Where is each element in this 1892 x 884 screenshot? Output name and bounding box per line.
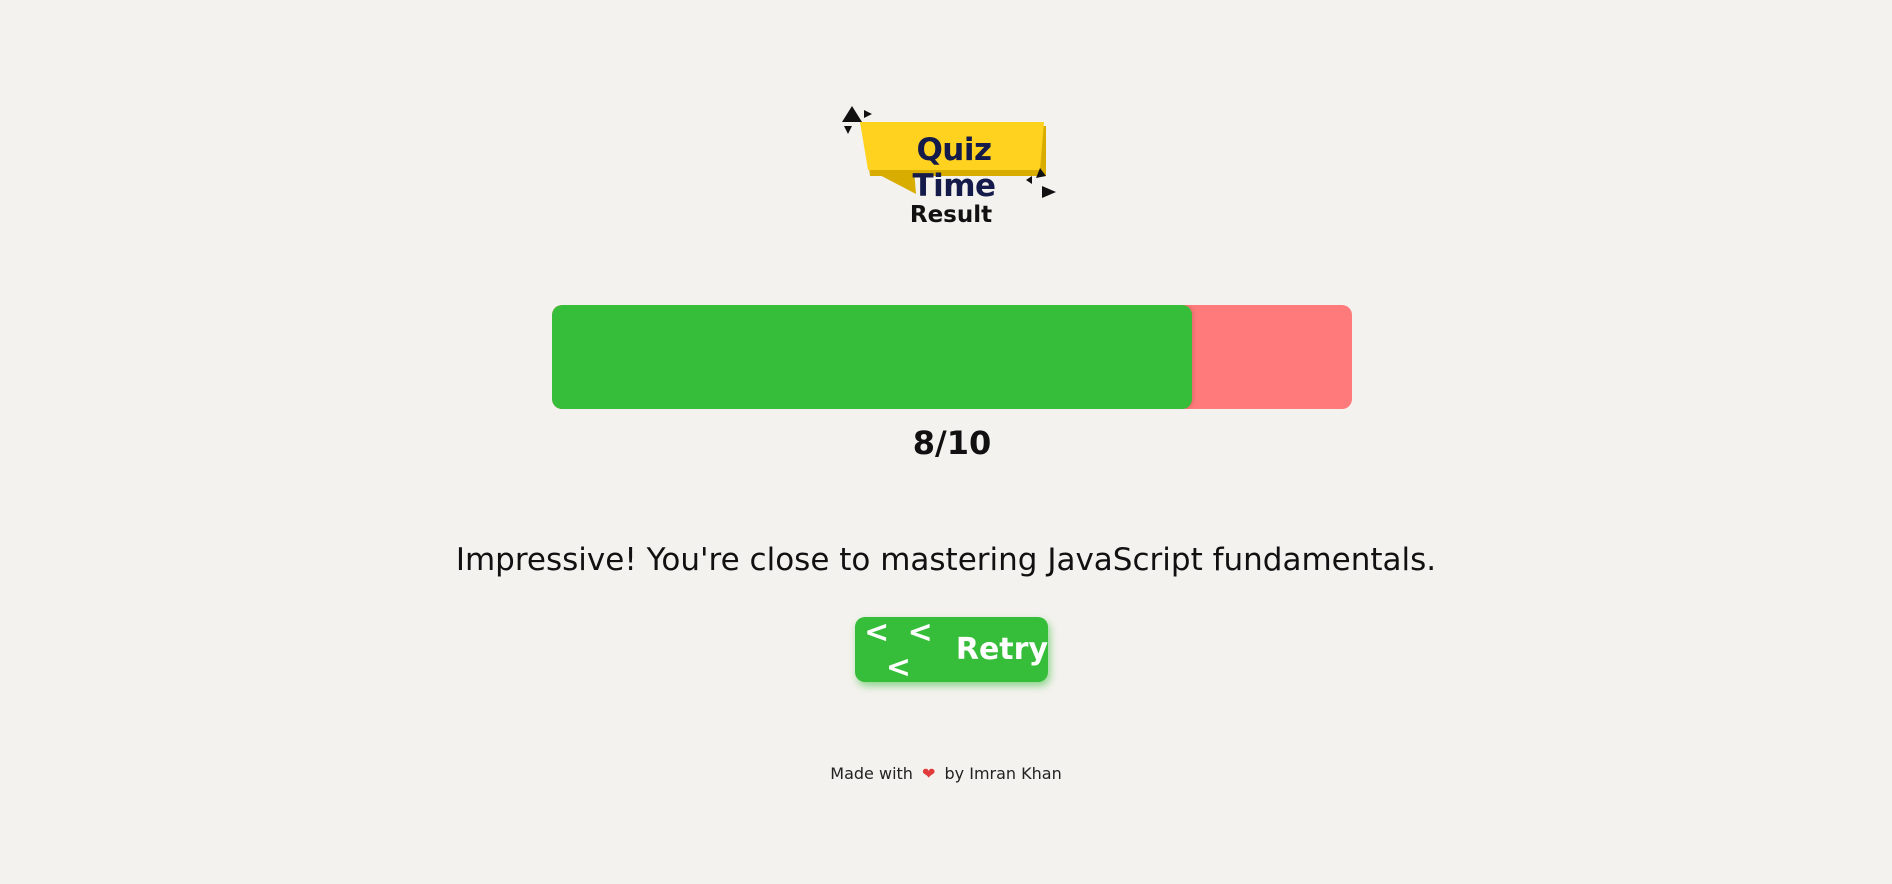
footer-made-with: Made with xyxy=(830,764,913,783)
score-label: 8/10 xyxy=(912,424,992,462)
chevron-left-icon: < < < xyxy=(864,614,937,685)
score-progress-bar xyxy=(552,305,1352,409)
footer-author: by Imran Khan xyxy=(944,764,1062,783)
retry-button[interactable]: < < < Retry xyxy=(855,614,1048,685)
score-progress-fill xyxy=(552,305,1192,409)
heart-icon: ❤ xyxy=(922,764,936,783)
footer: Made with ❤ by Imran Khan xyxy=(746,764,1146,783)
result-message: Impressive! You're close to mastering Ja… xyxy=(455,542,1437,578)
result-page: Quiz Time Result 8/10 Impressive! You're… xyxy=(0,0,1892,884)
page-subtitle: Result xyxy=(909,202,993,228)
logo-title: Quiz Time xyxy=(912,132,996,204)
quiz-time-logo: Quiz Time xyxy=(840,104,1062,204)
retry-label: Retry xyxy=(955,632,1048,667)
